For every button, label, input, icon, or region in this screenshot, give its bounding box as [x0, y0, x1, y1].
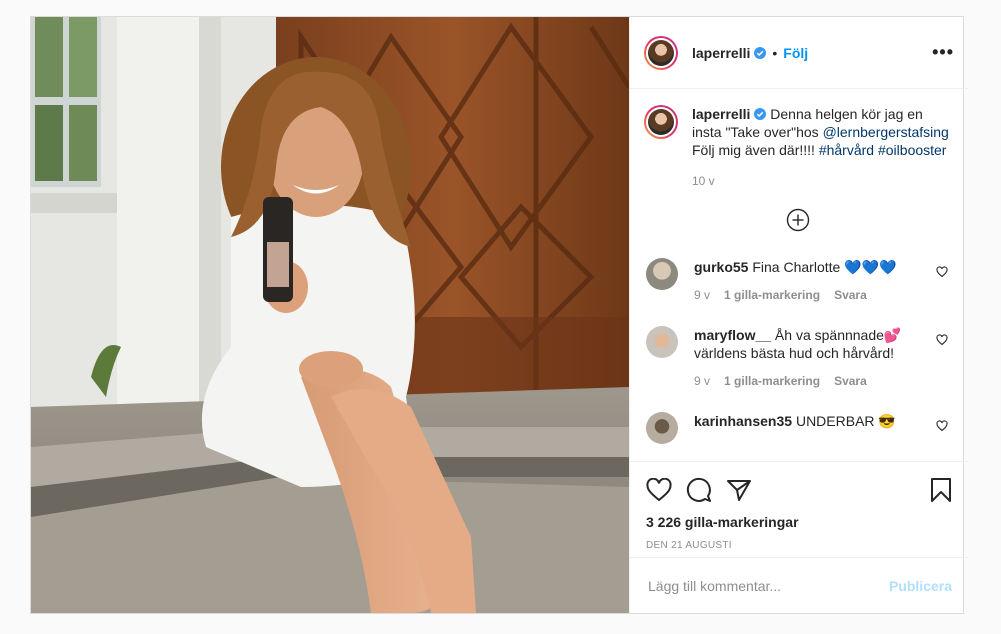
- comments-list[interactable]: laperrelli Denna helgen kör jag en insta…: [630, 89, 968, 461]
- comment-likes[interactable]: 1 gilla-markering: [724, 374, 820, 388]
- comment-input[interactable]: [646, 576, 889, 595]
- add-comment-bar: Publicera: [630, 557, 968, 613]
- post-image[interactable]: [31, 17, 629, 613]
- bookmark-icon: [931, 478, 951, 502]
- like-button[interactable]: [646, 478, 672, 502]
- likes-count[interactable]: 3 226 gilla-markeringar: [646, 514, 952, 530]
- post-actions: 3 226 gilla-markeringar DEN 21 AUGUSTI: [630, 461, 968, 551]
- commenter-avatar[interactable]: [646, 412, 678, 444]
- author-avatar[interactable]: [644, 35, 678, 70]
- comment-meta: 9 v 1 gilla-markering Svara: [694, 286, 914, 304]
- post-side-panel: laperrelli • Följ ••• laperrelli Denna h…: [629, 17, 968, 613]
- comment-time[interactable]: 9 v: [694, 374, 710, 388]
- like-comment-heart-icon[interactable]: [936, 420, 948, 432]
- comment-text: UNDERBAR 😎: [792, 413, 896, 429]
- heart-icon: [646, 478, 672, 502]
- caption-text: laperrelli Denna helgen kör jag en insta…: [692, 105, 952, 190]
- comment-username[interactable]: gurko55: [694, 259, 748, 275]
- follow-button[interactable]: Följ: [783, 45, 808, 61]
- share-button[interactable]: [726, 478, 752, 502]
- more-options-icon[interactable]: •••: [932, 42, 954, 63]
- comment-meta: 9 v 1 gilla-markering Svara: [694, 372, 914, 390]
- separator-dot: •: [772, 44, 778, 61]
- hashtag-link-2[interactable]: #oilbooster: [878, 142, 947, 158]
- mention-link[interactable]: @lernbergerstafsing: [823, 124, 949, 140]
- post-photo-illustration: [31, 17, 629, 613]
- comment-text: Fina Charlotte 💙💙💙: [748, 259, 897, 275]
- share-icon: [727, 480, 751, 501]
- caption-time[interactable]: 10 v: [692, 172, 952, 190]
- post-caption: laperrelli Denna helgen kör jag en insta…: [644, 105, 952, 190]
- like-comment-heart-icon[interactable]: [936, 334, 948, 346]
- publish-button[interactable]: Publicera: [889, 578, 952, 594]
- commenter-avatar[interactable]: [646, 258, 678, 290]
- comment-item: maryflow__ Åh va spännnade💕 världens bäs…: [644, 326, 952, 390]
- load-more-icon: [786, 208, 810, 232]
- author-username[interactable]: laperrelli: [692, 45, 750, 61]
- comment-username[interactable]: karinhansen35: [694, 413, 792, 429]
- caption-avatar[interactable]: [644, 105, 678, 139]
- save-button[interactable]: [930, 477, 952, 503]
- comment-time[interactable]: 9 v: [694, 288, 710, 302]
- post-date[interactable]: DEN 21 AUGUSTI: [646, 540, 952, 551]
- verified-badge-icon: [754, 108, 767, 120]
- comment-likes[interactable]: 1 gilla-markering: [724, 288, 820, 302]
- reply-button[interactable]: Svara: [834, 374, 867, 388]
- comment-item: karinhansen35 UNDERBAR 😎: [644, 412, 952, 444]
- comment-button[interactable]: [686, 477, 712, 503]
- load-more-button[interactable]: [644, 208, 952, 232]
- caption-body-2: Följ mig även där!!!!: [692, 142, 819, 158]
- commenter-avatar[interactable]: [646, 326, 678, 358]
- comment-username[interactable]: maryflow__: [694, 327, 771, 343]
- reply-button[interactable]: Svara: [834, 288, 867, 302]
- like-comment-heart-icon[interactable]: [936, 266, 948, 278]
- verified-badge-icon: [754, 46, 767, 59]
- post-card: laperrelli • Följ ••• laperrelli Denna h…: [30, 16, 968, 614]
- comment-item: gurko55 Fina Charlotte 💙💙💙 9 v 1 gilla-ma…: [644, 258, 952, 304]
- hashtag-link-1[interactable]: #hårvård: [819, 142, 874, 158]
- comment-icon: [686, 477, 711, 502]
- post-header: laperrelli • Följ •••: [630, 17, 968, 89]
- caption-username[interactable]: laperrelli: [692, 106, 750, 122]
